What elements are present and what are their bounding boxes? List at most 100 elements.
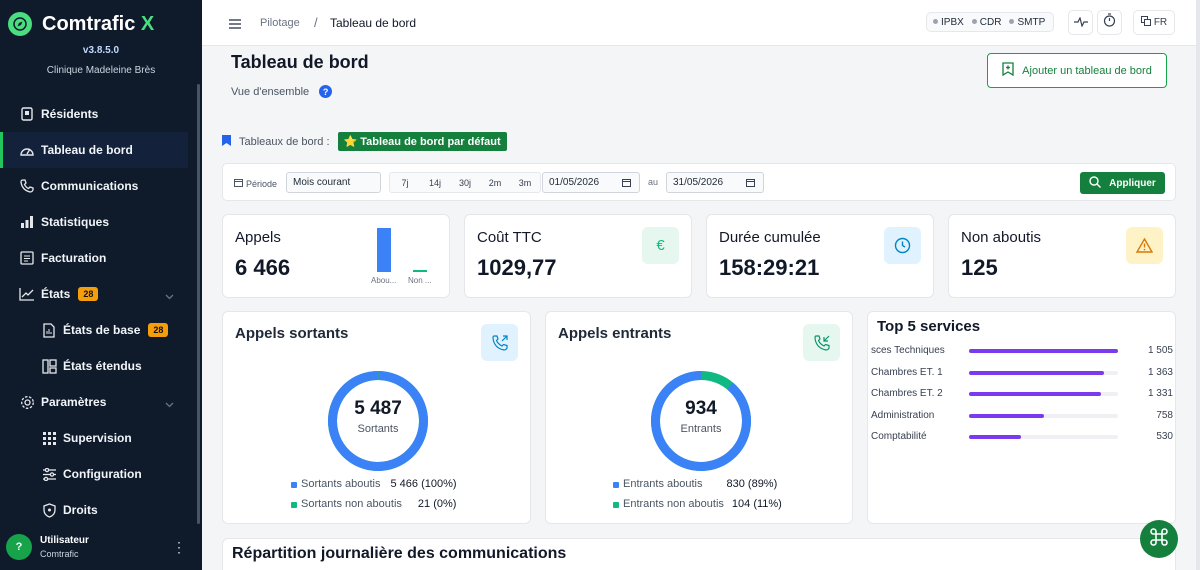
user-profile[interactable]: ? Utilisateur Comtrafic ⋮ (0, 524, 202, 570)
calendar-icon[interactable] (622, 178, 631, 190)
legend-item: Entrants aboutis 830 (89%) (546, 478, 852, 490)
search-icon (1089, 175, 1102, 191)
date-to-input[interactable]: 31/05/2026 (666, 172, 764, 193)
service-row: Comptabilité 530 (871, 430, 1173, 444)
mini-bar-label-non-aboutis: Non ... (408, 276, 432, 285)
legend-value: 104 (11%) (731, 498, 782, 510)
card-top5-services: Top 5 services sces Techniques 1 505 Chamb… (867, 311, 1176, 524)
sidebar-item-residents[interactable]: Résidents (0, 96, 196, 132)
activity-button[interactable] (1068, 10, 1093, 35)
sidebar-item-droits[interactable]: Droits (0, 492, 196, 528)
calendar-icon (234, 178, 243, 189)
donut-segment-aboutis (651, 371, 751, 471)
date-from-input[interactable]: 01/05/2026 (542, 172, 640, 193)
legend-swatch (291, 502, 297, 508)
sidebar-item-etats-etendus[interactable]: États étendus (0, 348, 196, 384)
sidebar-item-label: États de base (63, 323, 141, 337)
sidebar-item-label: Tableau de bord (41, 143, 133, 157)
service-bar-track (969, 392, 1118, 396)
language-selector[interactable]: FR (1133, 10, 1175, 35)
service-bar (969, 435, 1022, 439)
quick-range-14j[interactable]: 14j (420, 178, 450, 188)
sidebar-item-tableau-de-bord[interactable]: Tableau de bord (0, 132, 188, 168)
apply-button[interactable]: Appliquer (1080, 172, 1165, 194)
file-chart-icon (41, 322, 57, 338)
gauge-icon (19, 142, 35, 158)
sidebar-item-configuration[interactable]: Configuration (0, 456, 196, 492)
breadcrumb-separator: / (314, 15, 318, 30)
more-vertical-icon[interactable]: ⋮ (172, 539, 186, 556)
donut-total-label: Entrants (680, 423, 722, 435)
sidebar-item-etats-de-base[interactable]: États de base 28 (0, 312, 196, 348)
service-row: Chambres ET. 1 1 363 (871, 366, 1173, 380)
add-dashboard-button[interactable]: Ajouter un tableau de bord (987, 53, 1167, 88)
chevron-down-icon[interactable] (165, 289, 174, 303)
sidebar-item-label: Résidents (41, 107, 99, 121)
command-palette-button[interactable] (1140, 520, 1178, 558)
card-appels-sortants: Appels sortants 5 487 Sortants Sortants … (222, 311, 531, 524)
quick-range-30j[interactable]: 30j (450, 178, 480, 188)
sidebar-scrollbar[interactable] (197, 84, 200, 524)
sidebar-item-parametres[interactable]: Paramètres (0, 384, 196, 420)
service-value: 530 (1156, 431, 1173, 442)
page-scrollbar[interactable] (1196, 0, 1200, 570)
bar-chart-icon (19, 214, 35, 230)
apply-label: Appliquer (1109, 177, 1156, 189)
breadcrumb-parent[interactable]: Pilotage (260, 17, 300, 29)
quick-range-3m[interactable]: 3m (510, 178, 540, 188)
period-select[interactable]: Mois courant (286, 172, 381, 193)
menu-icon[interactable] (229, 16, 241, 34)
sidebar-item-label: Statistiques (41, 215, 110, 229)
sidebar-item-etats[interactable]: États 28 (0, 276, 196, 312)
help-icon[interactable]: ? (319, 85, 333, 98)
user-info: Utilisateur Comtrafic (40, 535, 89, 559)
service-status: IPBX CDR SMTP (926, 12, 1055, 32)
calendar-icon[interactable] (746, 178, 755, 190)
gear-icon (19, 394, 35, 410)
brand[interactable]: Comtrafic X (0, 0, 202, 38)
sidebar-item-communications[interactable]: Communications (0, 168, 196, 204)
quick-range-2m[interactable]: 2m (480, 178, 510, 188)
service-name: Administration (871, 409, 935, 421)
service-smtp: SMTP (1009, 17, 1045, 28)
sidebar-item-supervision[interactable]: Supervision (0, 420, 196, 456)
invoice-icon (19, 250, 35, 266)
kpi-value: 158:29:21 (719, 255, 820, 280)
service-name: Comptabilité (871, 431, 927, 442)
donut-total-label: Sortants (357, 423, 399, 435)
service-cdr: CDR (972, 17, 1002, 28)
chevron-down-icon[interactable] (165, 397, 174, 411)
timer-button[interactable] (1097, 10, 1122, 35)
sidebar-item-facturation[interactable]: Facturation (0, 240, 196, 276)
default-dashboard-tag[interactable]: ⭐ Tableau de bord par défaut (337, 132, 507, 151)
period-label: Période (234, 178, 277, 189)
service-value: 758 (1156, 409, 1173, 421)
date-from-value: 01/05/2026 (549, 177, 600, 188)
sliders-icon (41, 466, 57, 482)
legend-swatch (613, 482, 619, 488)
period-label-text: Période (246, 178, 278, 189)
activity-icon (1073, 14, 1088, 32)
sidebar-item-statistiques[interactable]: Statistiques (0, 204, 196, 240)
phone-outgoing-icon (481, 324, 518, 361)
bookmark-icon (222, 134, 231, 149)
quick-range-7j[interactable]: 7j (390, 178, 420, 188)
date-separator: au (648, 177, 659, 187)
kpi-label: Appels (235, 229, 281, 246)
service-bar (969, 392, 1101, 396)
legend-item: Entrants non aboutis 104 (11%) (546, 498, 852, 510)
legend-label: Sortants non aboutis (301, 498, 402, 510)
card-title: Répartition journalière des communicatio… (232, 545, 567, 562)
legend-label: Sortants aboutis (301, 478, 381, 490)
sidebar-nav: Résidents Tableau de bord Communications… (0, 96, 196, 528)
sidebar-item-label: Configuration (63, 467, 142, 481)
donut-chart-sortants (328, 371, 428, 471)
avatar: ? (6, 534, 32, 560)
translate-icon (1140, 16, 1151, 29)
sidebar: Comtrafic X v3.8.5.0 Clinique Madeleine … (0, 0, 202, 570)
donut-segment-aboutis (328, 371, 428, 471)
client-name: Clinique Madeleine Brès (46, 65, 156, 76)
legend-label: Entrants aboutis (623, 478, 703, 490)
sidebar-item-label: Facturation (41, 251, 107, 265)
card-title: Top 5 services (877, 318, 981, 335)
